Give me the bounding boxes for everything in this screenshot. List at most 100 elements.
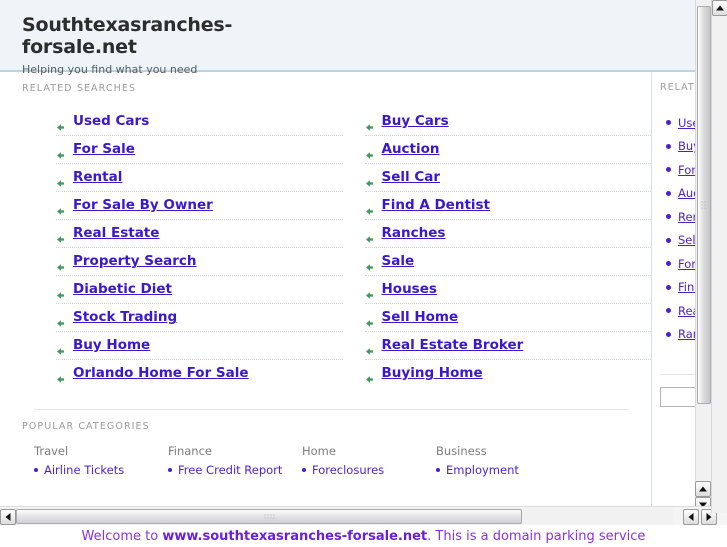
related-search-link[interactable]: Find A Dentist bbox=[382, 197, 491, 213]
page-viewport: Southtexasranches-forsale.net Helping yo… bbox=[0, 0, 711, 506]
category-title: Business bbox=[436, 444, 487, 458]
arrow-bullet-icon bbox=[365, 117, 374, 131]
category-item: Foreclosures bbox=[302, 463, 436, 477]
bullet-dot-icon bbox=[436, 468, 440, 472]
category-title: Finance bbox=[168, 444, 212, 458]
arrow-bullet-icon bbox=[365, 173, 374, 187]
related-search-link[interactable]: Diabetic Diet bbox=[73, 281, 172, 297]
arrow-bullet-icon bbox=[56, 257, 65, 271]
related-search-row: Real Estate Broker bbox=[364, 332, 651, 360]
arrow-bullet-icon bbox=[365, 313, 374, 327]
popular-categories-label: POPULAR CATEGORIES bbox=[22, 421, 150, 432]
arrow-bullet-icon bbox=[56, 285, 65, 299]
category-link[interactable]: Employment bbox=[446, 463, 519, 477]
main-column: RELATED SEARCHES Used Cars For Sale Rental… bbox=[0, 72, 651, 506]
related-searches-column-right: Buy Cars Auction Sell Car Find A Dentist Ran… bbox=[364, 108, 652, 387]
scroll-grip-icon bbox=[263, 513, 275, 520]
page-vscroll-track[interactable] bbox=[712, 16, 727, 513]
frame-vscroll-track[interactable] bbox=[695, 0, 711, 481]
bullet-dot-icon bbox=[666, 284, 671, 290]
related-search-row: For Sale bbox=[56, 136, 343, 164]
related-search-link[interactable]: Used Cars bbox=[73, 113, 149, 129]
related-search-link[interactable]: Sale bbox=[382, 253, 415, 269]
bullet-dot-icon bbox=[666, 331, 671, 337]
related-search-link[interactable]: Buy Cars bbox=[382, 113, 449, 129]
arrow-bullet-icon bbox=[56, 117, 65, 131]
related-search-row: Real Estate bbox=[56, 220, 343, 248]
bullet-dot-icon bbox=[34, 468, 38, 472]
arrow-bullet-icon bbox=[56, 229, 65, 243]
popular-categories-grid: Travel Airline Tickets Finance Free Credit … bbox=[0, 432, 651, 480]
bullet-dot-icon bbox=[666, 214, 671, 220]
page-vertical-scrollbar[interactable] bbox=[711, 0, 727, 513]
welcome-message: Welcome to www.southtexasranches-forsale… bbox=[82, 529, 646, 544]
related-search-row: Houses bbox=[364, 276, 651, 304]
category-column: Business Employment bbox=[436, 444, 570, 480]
category-link[interactable]: Free Credit Report bbox=[178, 463, 282, 477]
category-link[interactable]: Airline Tickets bbox=[44, 463, 124, 477]
related-search-link[interactable]: Ranches bbox=[382, 225, 446, 241]
related-search-link[interactable]: For Sale By Owner bbox=[73, 197, 213, 213]
arrow-bullet-icon bbox=[56, 173, 65, 187]
arrow-bullet-icon bbox=[56, 145, 65, 159]
related-search-link[interactable]: Sell Home bbox=[382, 309, 459, 325]
related-search-link[interactable]: Real Estate bbox=[73, 225, 159, 241]
related-search-row: Ranches bbox=[364, 220, 651, 248]
related-search-link[interactable]: For Sale bbox=[73, 141, 135, 157]
page-scroll-up-arrow-icon[interactable] bbox=[712, 0, 727, 16]
related-search-link[interactable]: Sell Car bbox=[382, 169, 441, 185]
category-title: Travel bbox=[34, 444, 69, 458]
related-search-row: For Sale By Owner bbox=[56, 192, 343, 220]
frame-vscroll-thumb[interactable] bbox=[697, 6, 711, 404]
related-search-link[interactable]: Real Estate Broker bbox=[382, 337, 524, 353]
scroll-up-arrow-icon[interactable] bbox=[695, 481, 711, 497]
related-search-row: Sell Car bbox=[364, 164, 651, 192]
related-search-row: Used Cars bbox=[56, 108, 343, 136]
frame-hscroll-thumb[interactable] bbox=[16, 509, 522, 524]
arrow-bullet-icon bbox=[365, 229, 374, 243]
related-search-row: Buy Cars bbox=[364, 108, 651, 136]
related-search-row: Buy Home bbox=[56, 332, 343, 360]
related-search-row: Find A Dentist bbox=[364, 192, 651, 220]
category-column: Home Foreclosures bbox=[302, 444, 436, 480]
related-search-row: Auction bbox=[364, 136, 651, 164]
related-search-link[interactable]: Rental bbox=[73, 169, 122, 185]
category-link[interactable]: Foreclosures bbox=[312, 463, 384, 477]
scroll-left-arrow-icon-2[interactable] bbox=[683, 509, 699, 525]
category-column: Finance Free Credit Report bbox=[168, 444, 302, 480]
related-searches-column-left: Used Cars For Sale Rental For Sale By Owner… bbox=[56, 108, 343, 387]
site-header: Southtexasranches-forsale.net Helping yo… bbox=[0, 0, 711, 76]
related-search-row: Property Search bbox=[56, 248, 343, 276]
related-search-row: Diabetic Diet bbox=[56, 276, 343, 304]
scroll-left-arrow-icon[interactable] bbox=[0, 509, 16, 525]
arrow-bullet-icon bbox=[365, 369, 374, 383]
related-search-link[interactable]: Houses bbox=[382, 281, 437, 297]
arrow-bullet-icon bbox=[56, 313, 65, 327]
frame-vertical-scrollbar[interactable] bbox=[695, 0, 711, 513]
page-title: Southtexasranches-forsale.net bbox=[22, 14, 233, 58]
related-search-link[interactable]: Property Search bbox=[73, 253, 197, 269]
arrow-bullet-icon bbox=[365, 201, 374, 215]
related-search-link[interactable]: Buying Home bbox=[382, 365, 483, 381]
arrow-bullet-icon bbox=[56, 341, 65, 355]
arrow-bullet-icon bbox=[365, 285, 374, 299]
category-column: Travel Airline Tickets bbox=[34, 444, 168, 480]
related-searches-label: RELATED SEARCHES bbox=[22, 83, 137, 94]
category-item: Employment bbox=[436, 463, 570, 477]
related-search-link[interactable]: Stock Trading bbox=[73, 309, 177, 325]
related-search-link[interactable]: Auction bbox=[382, 141, 440, 157]
related-search-row: Rental bbox=[56, 164, 343, 192]
welcome-suffix: . This is a domain parking service bbox=[427, 529, 646, 544]
welcome-bar: Welcome to www.southtexasranches-forsale… bbox=[0, 525, 727, 545]
related-search-link[interactable]: Orlando Home For Sale bbox=[73, 365, 249, 381]
related-search-row: Stock Trading bbox=[56, 304, 343, 332]
bullet-dot-icon bbox=[666, 120, 671, 126]
bullet-dot-icon bbox=[666, 167, 671, 173]
arrow-bullet-icon bbox=[56, 201, 65, 215]
related-search-link[interactable]: Buy Home bbox=[73, 337, 150, 353]
scroll-grip-icon bbox=[700, 200, 708, 210]
frame-horizontal-scrollbar[interactable] bbox=[0, 506, 727, 525]
bullet-dot-icon bbox=[666, 308, 671, 314]
bullet-dot-icon bbox=[302, 468, 306, 472]
related-search-row: Buying Home bbox=[365, 360, 652, 387]
